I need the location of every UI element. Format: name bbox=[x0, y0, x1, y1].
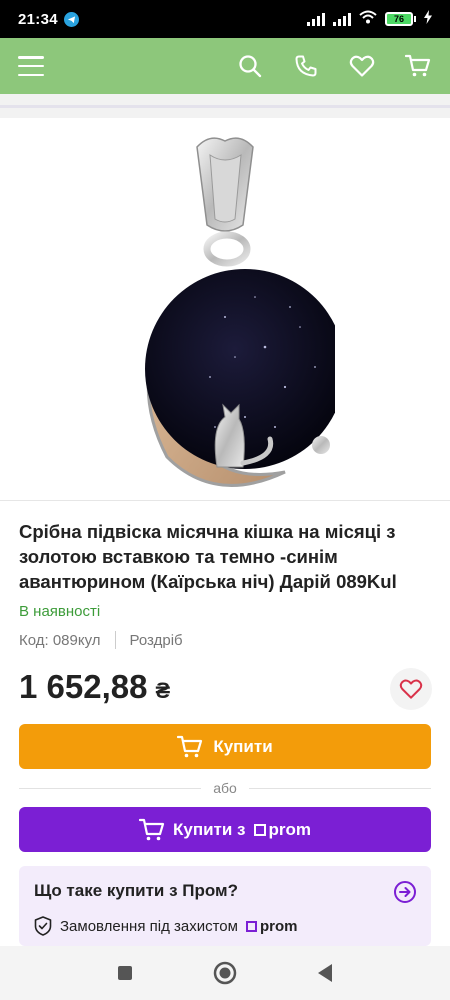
product-title: Срібна підвіска місячна кішка на місяці … bbox=[19, 521, 397, 592]
product-image[interactable] bbox=[0, 118, 450, 500]
protection-row: Замовлення під захистом prom bbox=[34, 916, 297, 936]
prom-info-question: Що таке купити з Пром? bbox=[34, 881, 238, 900]
arrow-right-icon[interactable] bbox=[393, 880, 417, 904]
system-nav-bar bbox=[0, 946, 450, 1000]
back-icon[interactable] bbox=[310, 958, 340, 988]
or-label: або bbox=[213, 780, 237, 796]
header-separator bbox=[0, 94, 450, 118]
cart-icon bbox=[139, 818, 165, 840]
shield-icon bbox=[34, 916, 52, 936]
prom-logo-text: prom bbox=[268, 819, 312, 839]
product-meta: Код: 089кул Роздріб bbox=[19, 631, 183, 649]
sale-type: Роздріб bbox=[129, 631, 183, 649]
phone-icon[interactable] bbox=[292, 52, 320, 80]
telegram-icon bbox=[63, 11, 79, 27]
cart-icon bbox=[177, 735, 203, 757]
status-bar: 21:34 76 bbox=[0, 0, 450, 38]
signal-icon bbox=[307, 12, 325, 26]
price-value: 1 652,88 bbox=[19, 668, 148, 705]
pendant-illustration bbox=[145, 136, 335, 487]
battery-level: 76 bbox=[393, 14, 404, 24]
wifi-icon bbox=[359, 10, 377, 28]
availability-status: В наявності bbox=[19, 603, 101, 620]
battery-icon: 76 bbox=[385, 12, 416, 26]
product-price: 1 652,88 ₴ bbox=[19, 668, 170, 706]
buy-with-prom-button[interactable]: Купити з prom bbox=[19, 807, 431, 852]
add-to-favorites-button[interactable] bbox=[390, 668, 432, 710]
or-divider: або bbox=[19, 778, 431, 798]
buy-with-prom-label: Купити з bbox=[173, 819, 246, 839]
product-code: Код: 089кул bbox=[19, 631, 101, 649]
heart-icon[interactable] bbox=[348, 52, 376, 80]
buy-button[interactable]: Купити bbox=[19, 724, 431, 769]
price-currency: ₴ bbox=[155, 678, 171, 703]
prom-info-card[interactable]: Що таке купити з Пром? Замовлення під за… bbox=[19, 866, 431, 946]
app-header bbox=[0, 38, 450, 94]
status-time: 21:34 bbox=[18, 10, 58, 28]
menu-icon[interactable] bbox=[18, 56, 44, 76]
heart-icon bbox=[399, 679, 423, 699]
cart-icon[interactable] bbox=[404, 52, 432, 80]
prom-logo-text: prom bbox=[259, 917, 298, 935]
image-divider bbox=[0, 500, 450, 501]
prom-logo: prom bbox=[245, 917, 298, 935]
home-icon[interactable] bbox=[210, 958, 240, 988]
buy-button-label: Купити bbox=[213, 736, 273, 756]
meta-separator bbox=[114, 631, 116, 649]
prom-logo: prom bbox=[253, 819, 312, 840]
recent-apps-icon[interactable] bbox=[110, 958, 140, 988]
protection-text: Замовлення під захистом bbox=[60, 917, 238, 935]
signal-icon-2 bbox=[333, 12, 351, 26]
charging-icon bbox=[424, 10, 432, 28]
search-icon[interactable] bbox=[236, 52, 264, 80]
